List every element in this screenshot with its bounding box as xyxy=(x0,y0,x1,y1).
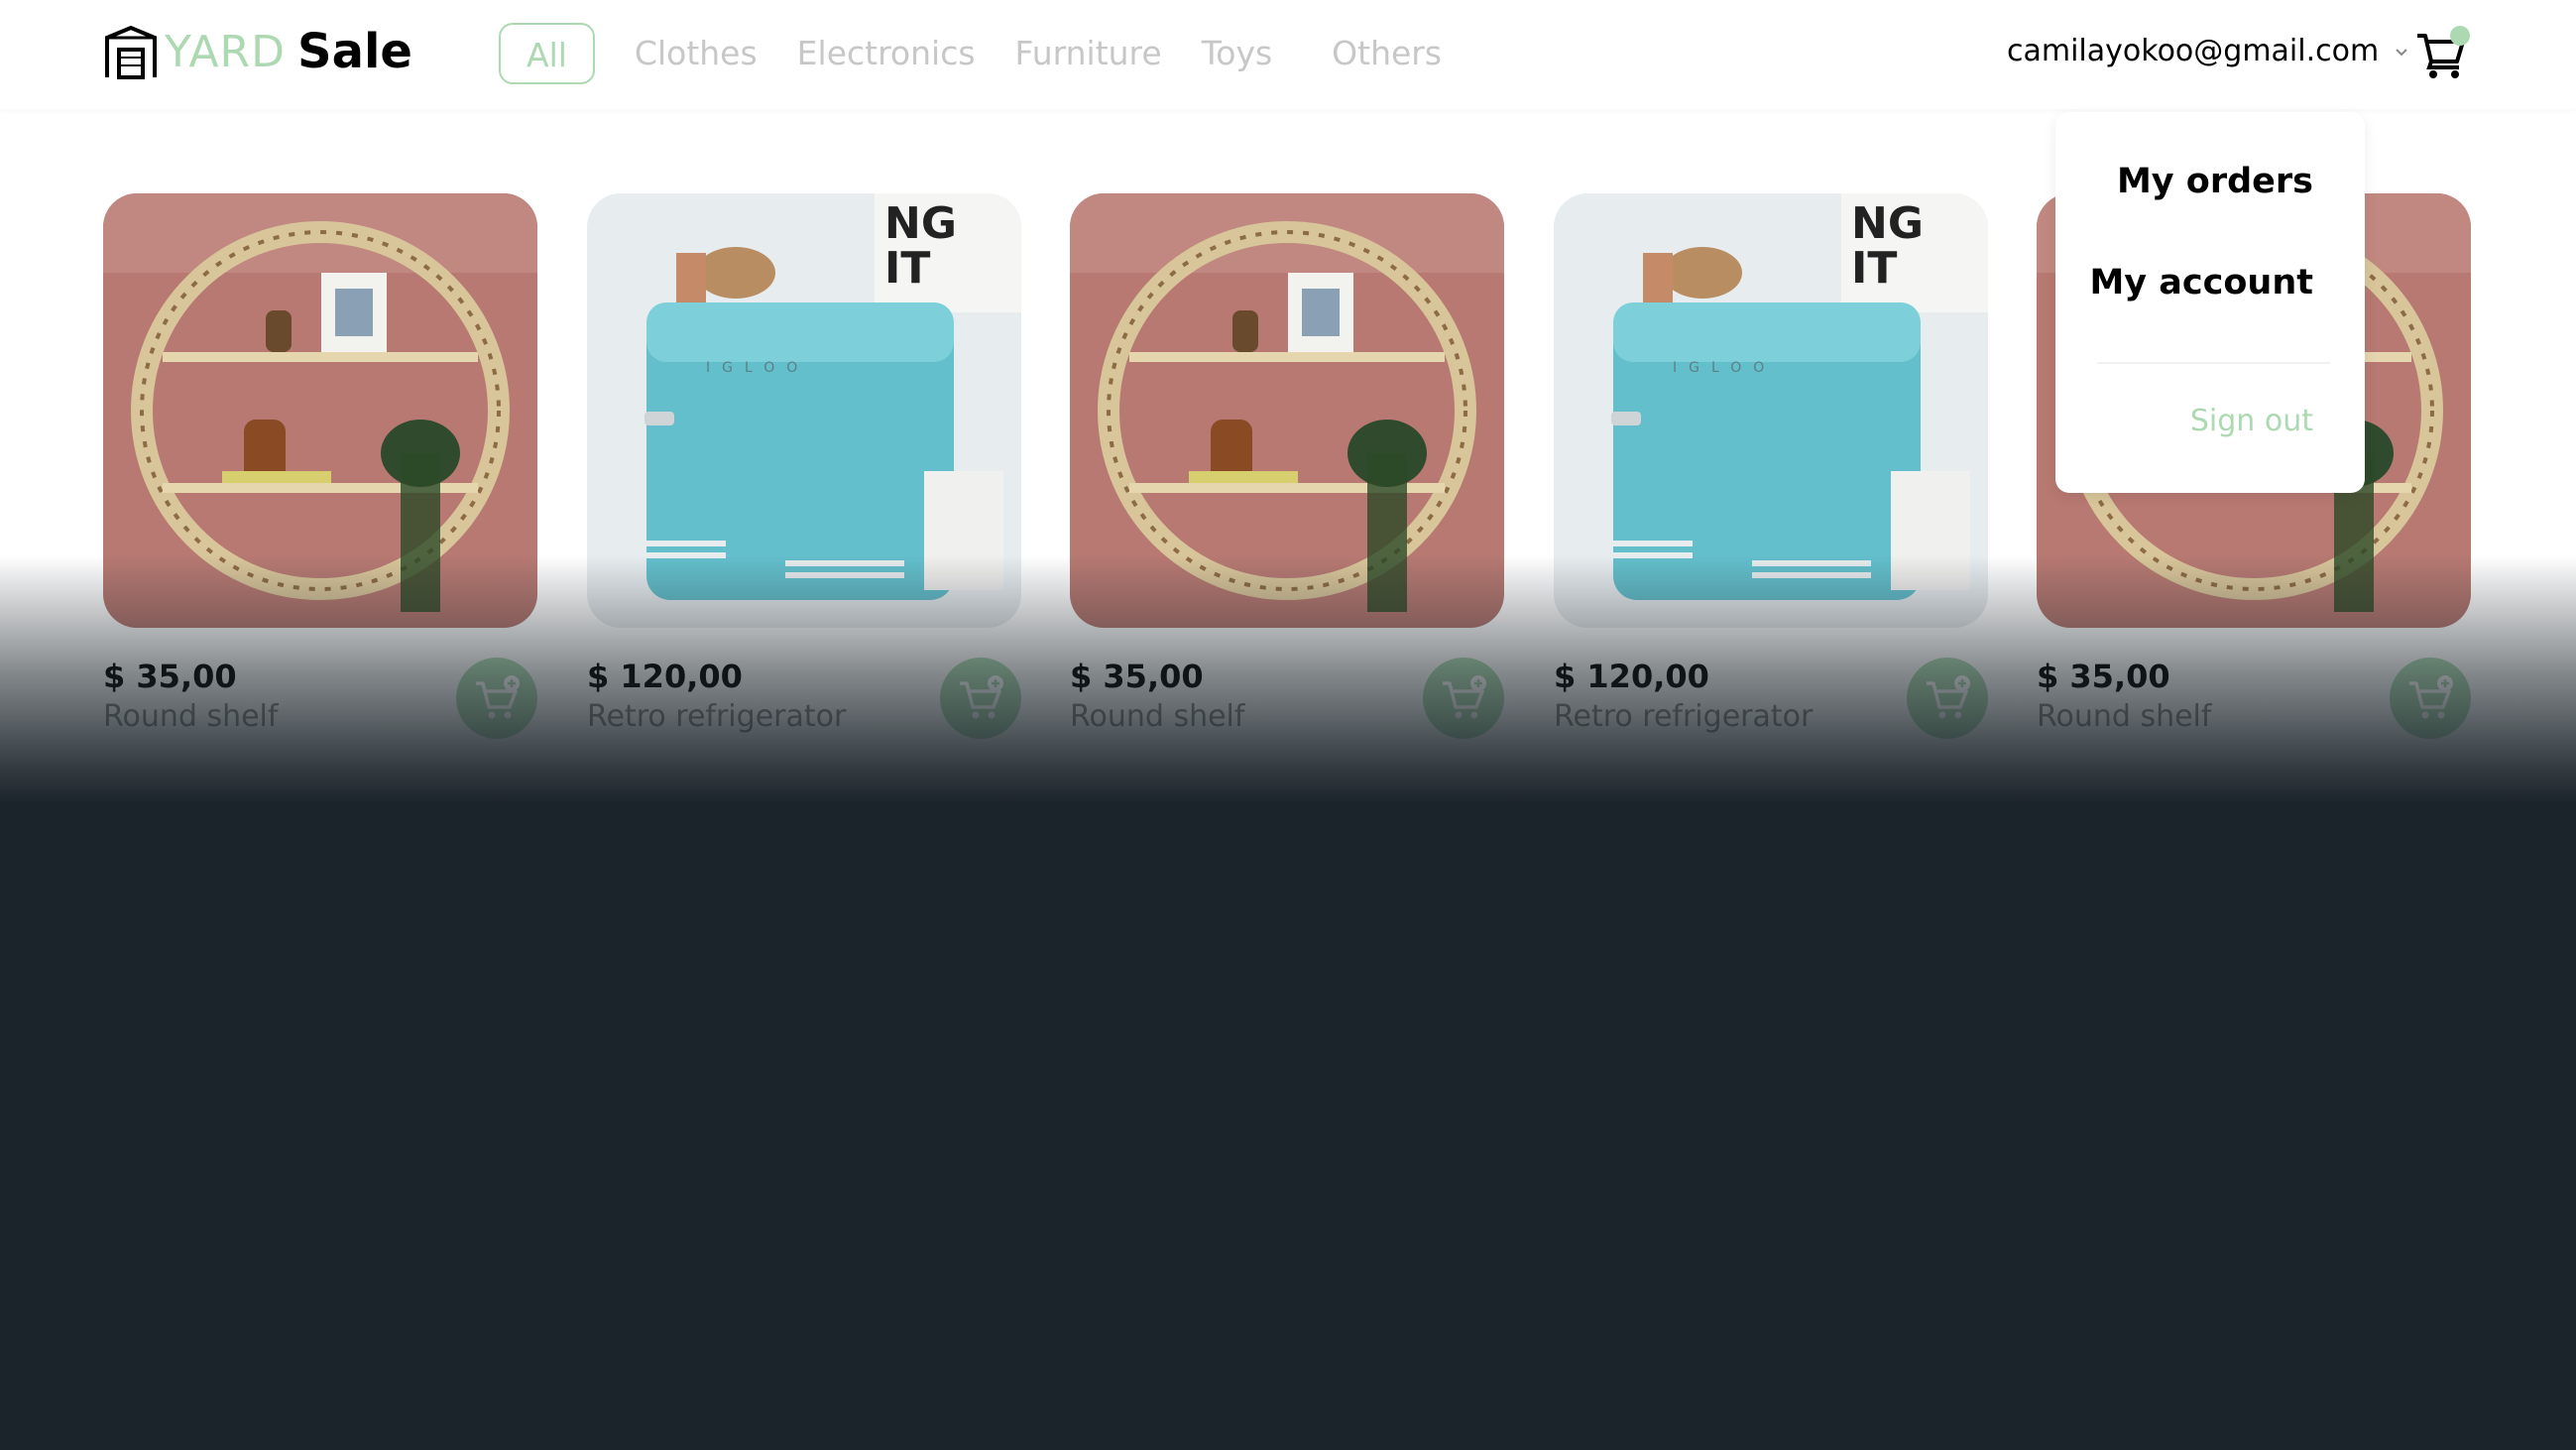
add-to-cart-button[interactable] xyxy=(1423,658,1504,739)
menu-divider xyxy=(2097,362,2330,364)
user-dropdown-menu: My orders My account Sign out xyxy=(2055,112,2365,493)
product-image-retro-refrigerator[interactable]: NG IT IGLOO xyxy=(1554,193,1988,628)
product-name: Round shelf xyxy=(103,699,279,734)
product-price: $ 35,00 xyxy=(2037,658,2170,695)
product-name: Retro refrigerator xyxy=(587,699,847,734)
svg-text:IGLOO: IGLOO xyxy=(1673,360,1776,376)
nav-all[interactable]: All xyxy=(499,23,595,84)
logo-sale-text: Sale xyxy=(297,24,412,79)
add-to-cart-button[interactable] xyxy=(456,658,537,739)
product-card[interactable]: $ 35,00 Round shelf xyxy=(1070,193,1504,739)
nav-others[interactable]: Others xyxy=(1332,23,1442,84)
svg-text:IT: IT xyxy=(1851,243,1897,294)
product-card[interactable]: $ 35,00 Round shelf xyxy=(103,193,537,739)
product-card[interactable]: NG IT IGLOO $ 120,00 Retro refrigerator xyxy=(587,193,1021,739)
product-price: $ 35,00 xyxy=(1070,658,1204,695)
add-to-cart-icon xyxy=(1927,675,1970,719)
cart-notification-dot xyxy=(2450,26,2470,46)
product-name: Round shelf xyxy=(2037,699,2212,734)
product-name: Retro refrigerator xyxy=(1554,699,1814,734)
svg-text:IGLOO: IGLOO xyxy=(706,360,809,376)
product-card[interactable]: NG IT IGLOO $ 120,00 Retro refrigerator xyxy=(1554,193,1988,739)
logo-yard-text: YARD xyxy=(165,26,287,77)
sign-out-link[interactable]: Sign out xyxy=(2190,404,2313,438)
store-icon xyxy=(105,25,157,79)
page: YARD Sale All Clothes Electronics Furnit… xyxy=(0,0,2576,1450)
nav-electronics[interactable]: Electronics xyxy=(797,23,976,84)
nav-toys[interactable]: Toys xyxy=(1202,23,1272,84)
product-image-retro-refrigerator[interactable]: NG IT IGLOO xyxy=(587,193,1021,628)
top-navbar: YARD Sale All Clothes Electronics Furnit… xyxy=(0,0,2576,109)
add-to-cart-icon xyxy=(2409,675,2453,719)
product-image-round-shelf[interactable] xyxy=(1070,193,1504,628)
nav-clothes[interactable]: Clothes xyxy=(635,23,758,84)
logo[interactable]: YARD Sale xyxy=(103,22,412,81)
add-to-cart-icon xyxy=(960,675,1003,719)
svg-text:NG: NG xyxy=(884,198,957,249)
product-price: $ 35,00 xyxy=(103,658,237,695)
product-name: Round shelf xyxy=(1070,699,1245,734)
svg-text:NG: NG xyxy=(1851,198,1924,249)
add-to-cart-icon xyxy=(476,675,520,719)
chevron-down-icon xyxy=(2396,48,2407,56)
svg-text:IT: IT xyxy=(884,243,930,294)
product-price: $ 120,00 xyxy=(587,658,743,695)
nav-furniture[interactable]: Furniture xyxy=(1015,23,1162,84)
add-to-cart-button[interactable] xyxy=(1907,658,1988,739)
category-nav: All Clothes Electronics Furniture Toys O… xyxy=(499,23,1481,84)
add-to-cart-button[interactable] xyxy=(2390,658,2471,739)
menu-item-my-orders[interactable]: My orders xyxy=(2117,162,2313,201)
product-image-round-shelf[interactable] xyxy=(103,193,537,628)
add-to-cart-button[interactable] xyxy=(940,658,1021,739)
user-menu-trigger[interactable]: camilayokoo@gmail.com xyxy=(2007,34,2410,68)
user-email: camilayokoo@gmail.com xyxy=(2007,34,2380,68)
product-price: $ 120,00 xyxy=(1554,658,1709,695)
add-to-cart-icon xyxy=(1443,675,1486,719)
menu-item-my-account[interactable]: My account xyxy=(2089,263,2313,302)
